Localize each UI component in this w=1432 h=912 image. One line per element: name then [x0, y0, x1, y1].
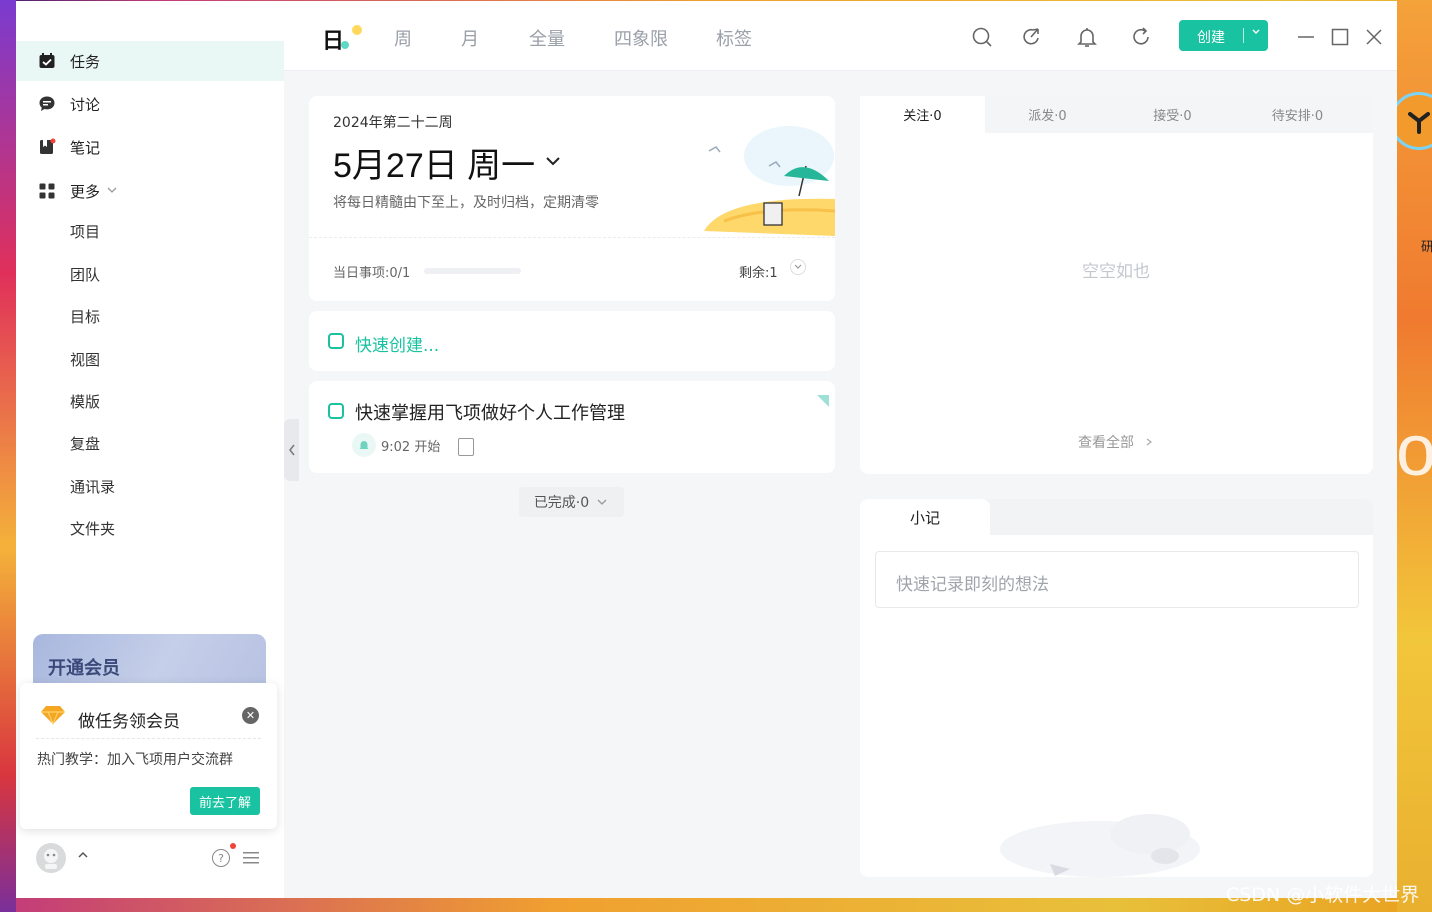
sidebar-subitem-projects[interactable]: 项目 — [70, 220, 100, 244]
quick-create-input[interactable]: 快速创建... — [355, 331, 439, 356]
chat-bubble-icon — [38, 95, 56, 113]
priority-flag-icon — [817, 395, 829, 407]
sidebar-subitem-templates[interactable]: 模版 — [70, 390, 100, 414]
tab-tags[interactable]: 标签 — [716, 25, 752, 51]
completed-label: 已完成·0 — [533, 495, 590, 511]
chevron-down-icon — [597, 499, 607, 505]
beach-illustration — [684, 111, 836, 236]
top-header: 日 周 月 全量 四象限 标签 创建 — [284, 1, 1397, 71]
cloud-illustration — [980, 804, 1220, 877]
sidebar-item-discussion[interactable]: 讨论 — [16, 84, 284, 124]
desktop-decoration-letters: ok — [1396, 411, 1432, 491]
chevron-right-icon — [1147, 438, 1153, 446]
completed-toggle[interactable]: 已完成·0 — [519, 487, 624, 517]
diamond-icon — [40, 705, 66, 729]
tab-assigned[interactable]: 派发·0 — [985, 96, 1110, 133]
memo-input[interactable]: 快速记录即刻的想法 — [875, 551, 1359, 608]
maximize-icon[interactable] — [1330, 27, 1350, 47]
desktop-decoration-glyph: 研 — [1421, 240, 1432, 255]
sidebar: 任务 讨论 笔记 更多 项目 团队 目标 视图 模版 复盘 通讯录 文件夹 开通… — [16, 1, 284, 898]
notebook-icon — [38, 138, 56, 156]
tab-day-decoration-small — [341, 41, 349, 49]
follow-panel: 关注·0 派发·0 接受·0 待安排·0 空空如也 查看全部 — [860, 96, 1373, 474]
note-icon[interactable] — [458, 438, 474, 456]
create-button-label: 创建 — [1197, 30, 1225, 46]
reminder-bell-icon — [352, 433, 376, 457]
date-label: 5月27日 周一 — [333, 147, 536, 185]
minimize-icon[interactable] — [1296, 27, 1316, 47]
tab-day-decoration — [352, 25, 362, 35]
chevron-up-icon[interactable] — [77, 849, 89, 863]
date-subtitle: 将每日精髓由下至上，及时归档，定期清零 — [333, 195, 599, 211]
popup-text: 热门教学：加入飞项用户交流群 — [37, 752, 233, 768]
task-reward-popup: 做任务领会员 ✕ 热门教学：加入飞项用户交流群 前去了解 — [20, 683, 277, 829]
tab-all[interactable]: 全量 — [529, 25, 565, 51]
tab-quadrant[interactable]: 四象限 — [614, 25, 668, 51]
popup-title: 做任务领会员 — [78, 712, 180, 732]
close-icon[interactable]: ✕ — [242, 707, 259, 724]
sidebar-subitem-views[interactable]: 视图 — [70, 348, 100, 372]
menu-icon[interactable] — [242, 850, 260, 870]
sidebar-item-more[interactable]: 更多 — [16, 171, 284, 211]
tab-week[interactable]: 周 — [394, 25, 412, 51]
card-divider — [309, 237, 835, 238]
chevron-down-icon[interactable] — [545, 152, 561, 171]
chevron-down-icon[interactable] — [790, 259, 806, 275]
task-card[interactable]: 快速掌握用飞项做好个人工作管理 9:02 开始 — [309, 381, 835, 473]
sidebar-item-label: 讨论 — [70, 95, 101, 114]
task-start-time: 9:02 开始 — [381, 440, 441, 455]
app-window: 任务 讨论 笔记 更多 项目 团队 目标 视图 模版 复盘 通讯录 文件夹 开通… — [16, 1, 1397, 898]
sidebar-subitem-review[interactable]: 复盘 — [70, 432, 100, 456]
sidebar-subitem-contacts[interactable]: 通讯录 — [70, 475, 115, 499]
sidebar-item-label: 任务 — [70, 52, 101, 71]
memo-panel: 小记 快速记录即刻的想法 — [860, 499, 1373, 877]
task-checkbox[interactable] — [328, 403, 344, 419]
view-all-label: 查看全部 — [1078, 435, 1134, 451]
progress-label: 当日事项:0/1 — [333, 266, 411, 281]
week-label: 2024年第二十二周 — [333, 115, 453, 131]
sidebar-subitem-folders[interactable]: 文件夹 — [70, 517, 115, 541]
sidebar-item-label: 笔记 — [70, 138, 101, 157]
close-window-icon[interactable] — [1364, 27, 1384, 47]
date-card: 2024年第二十二周 5月27日 周一 将每日精髓由下至上，及时归档，定期清零 … — [309, 96, 836, 301]
sidebar-subitem-goals[interactable]: 目标 — [70, 305, 100, 329]
refresh-icon[interactable] — [1130, 26, 1152, 48]
create-button[interactable]: 创建 — [1179, 20, 1268, 51]
chevron-down-icon — [106, 182, 118, 200]
sidebar-collapse-handle[interactable] — [284, 419, 299, 481]
avatar[interactable] — [36, 843, 66, 873]
progress-bar — [424, 268, 521, 274]
quick-create-checkbox[interactable] — [328, 333, 344, 349]
popup-divider — [36, 738, 261, 739]
tab-day[interactable]: 日 — [322, 23, 344, 55]
sidebar-subitem-team[interactable]: 团队 — [70, 263, 100, 287]
tab-to-schedule[interactable]: 待安排·0 — [1235, 96, 1360, 133]
search-icon[interactable] — [971, 26, 993, 48]
task-title[interactable]: 快速掌握用飞项做好个人工作管理 — [355, 399, 625, 425]
tab-accepted[interactable]: 接受·0 — [1110, 96, 1235, 133]
chevron-down-icon[interactable] — [1250, 25, 1262, 40]
sidebar-item-tasks[interactable]: 任务 — [16, 41, 284, 81]
grid-icon — [38, 182, 56, 200]
tab-month[interactable]: 月 — [461, 25, 479, 51]
calendar-check-icon — [38, 52, 56, 70]
learn-more-button[interactable]: 前去了解 — [190, 787, 260, 815]
bell-icon[interactable] — [1076, 26, 1098, 48]
tab-following[interactable]: 关注·0 — [860, 96, 985, 133]
view-all-link[interactable]: 查看全部 — [1078, 432, 1154, 452]
sidebar-item-label: 更多 — [70, 182, 101, 201]
sidebar-item-notes[interactable]: 笔记 — [16, 127, 284, 167]
remaining-label: 剩余:1 — [739, 266, 778, 281]
share-icon[interactable] — [1021, 26, 1043, 48]
create-button-separator — [1243, 28, 1244, 43]
vip-banner-title: 开通会员 — [48, 658, 120, 679]
quick-create-bar[interactable]: 快速创建... — [309, 311, 835, 371]
help-icon[interactable]: ? — [212, 849, 230, 867]
empty-state-text: 空空如也 — [1082, 262, 1150, 282]
watermark: CSDN @小软件大世界 — [1226, 884, 1420, 906]
notification-dot — [230, 843, 236, 849]
tab-memo[interactable]: 小记 — [860, 499, 990, 535]
desktop-background-left — [0, 0, 16, 912]
